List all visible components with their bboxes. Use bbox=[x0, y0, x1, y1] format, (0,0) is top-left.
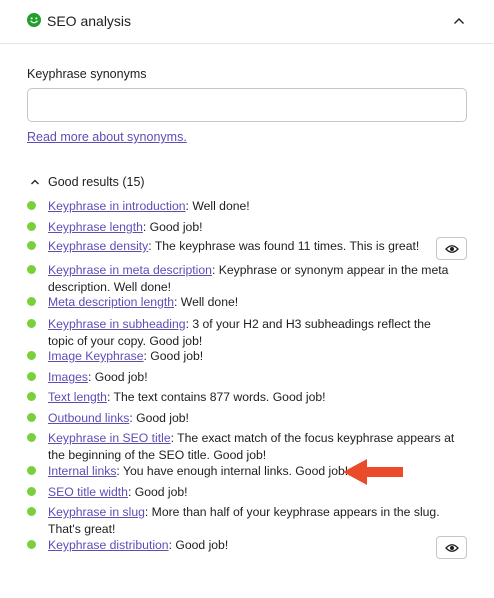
result-link[interactable]: Keyphrase density bbox=[48, 239, 148, 253]
good-results-heading: Good results (15) bbox=[48, 175, 145, 189]
result-link[interactable]: Text length bbox=[48, 390, 107, 404]
result-link[interactable]: Keyphrase in subheading bbox=[48, 317, 186, 331]
result-text: : Good job! bbox=[142, 220, 203, 234]
good-status-dot bbox=[27, 392, 36, 401]
result-text: : You have enough internal links. Good j… bbox=[116, 464, 349, 478]
good-status-dot bbox=[27, 319, 36, 328]
good-status-dot bbox=[27, 222, 36, 231]
synonyms-input[interactable] bbox=[27, 88, 467, 122]
chevron-up-icon[interactable] bbox=[451, 13, 467, 29]
good-status-dot bbox=[27, 507, 36, 516]
eye-icon bbox=[445, 245, 459, 253]
result-link[interactable]: SEO title width bbox=[48, 485, 128, 499]
result-text: : Good job! bbox=[129, 411, 189, 425]
result-link[interactable]: Outbound links bbox=[48, 411, 129, 425]
result-link[interactable]: Images bbox=[48, 370, 88, 384]
result-link[interactable]: Keyphrase in introduction bbox=[48, 199, 186, 213]
result-text: : Good job! bbox=[127, 485, 188, 499]
result-link[interactable]: Keyphrase in slug bbox=[48, 505, 145, 519]
panel-title: SEO analysis bbox=[47, 13, 132, 29]
chevron-up-icon bbox=[31, 179, 39, 185]
good-status-dot bbox=[27, 466, 36, 475]
result-link[interactable]: Image Keyphrase bbox=[48, 349, 144, 363]
good-status-dot bbox=[27, 265, 36, 274]
result-text: : Good job! bbox=[143, 349, 204, 363]
result-text: : Well done! bbox=[174, 295, 239, 309]
eye-icon bbox=[445, 544, 459, 552]
good-status-dot bbox=[27, 351, 36, 360]
result-link[interactable]: Keyphrase length bbox=[48, 220, 143, 234]
good-status-dot bbox=[27, 372, 36, 381]
result-text: : Good job! bbox=[87, 370, 148, 384]
highlight-keyphrase-density-button[interactable] bbox=[436, 237, 467, 260]
result-link[interactable]: Internal links bbox=[48, 464, 116, 478]
result-text: : The text contains 877 words. Good job! bbox=[106, 390, 326, 404]
good-status-dot bbox=[27, 413, 36, 422]
good-status-dot bbox=[27, 487, 36, 496]
result-link[interactable]: Keyphrase in SEO title bbox=[48, 431, 171, 445]
read-more-synonyms-link[interactable]: Read more about synonyms. bbox=[27, 129, 187, 145]
good-status-dot bbox=[27, 297, 36, 306]
highlight-keyphrase-distribution-button[interactable] bbox=[436, 536, 467, 559]
result-link[interactable]: Keyphrase in meta description bbox=[48, 263, 212, 277]
good-status-dot bbox=[27, 540, 36, 549]
result-text: : Well done! bbox=[185, 199, 250, 213]
result-link[interactable]: Keyphrase distribution bbox=[48, 538, 169, 552]
good-status-dot bbox=[27, 201, 36, 210]
good-status-dot bbox=[27, 241, 36, 250]
result-text: : Good job! bbox=[168, 538, 229, 552]
good-status-dot bbox=[27, 433, 36, 442]
smiley-face-icon bbox=[27, 13, 41, 27]
annotation-arrow-icon bbox=[343, 459, 403, 485]
seo-analysis-header[interactable]: SEO analysis bbox=[0, 0, 494, 44]
synonyms-label: Keyphrase synonyms bbox=[27, 67, 147, 81]
result-text: : The keyphrase was found 11 times. This… bbox=[148, 239, 420, 253]
result-link[interactable]: Meta description length bbox=[48, 295, 174, 309]
